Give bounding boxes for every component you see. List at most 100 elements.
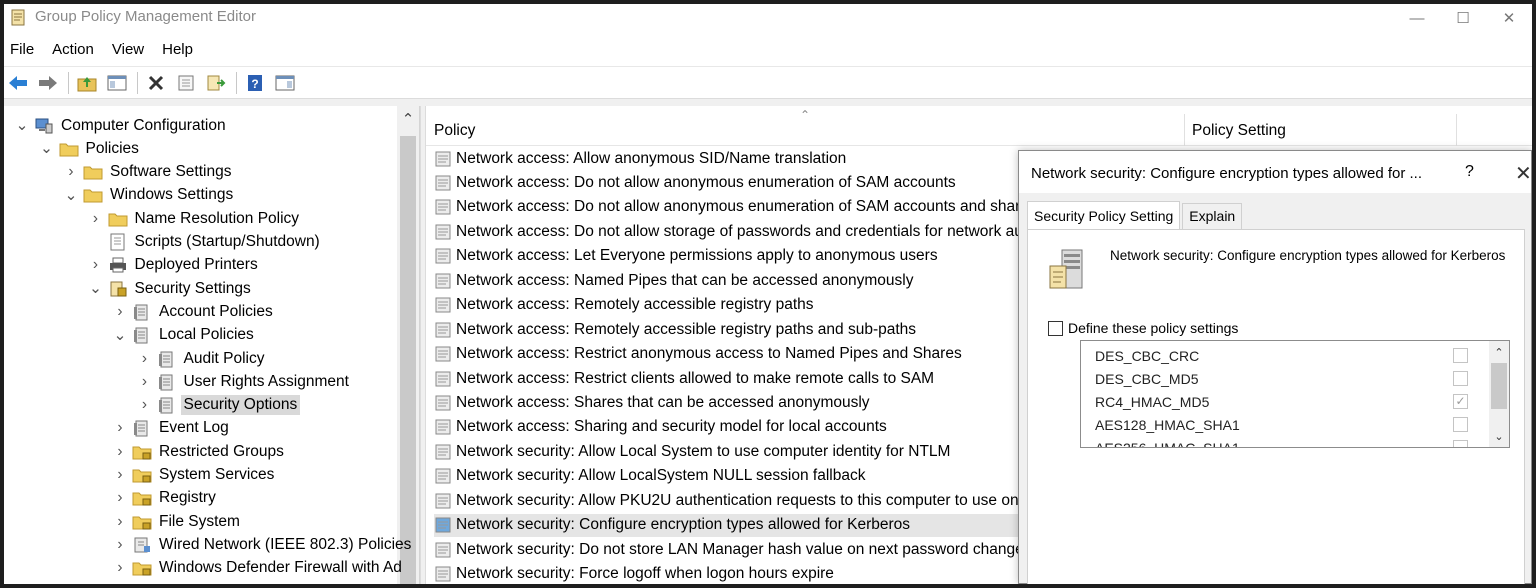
scroll-thumb[interactable]	[400, 136, 416, 584]
scroll-down-icon[interactable]: ⌄	[1489, 427, 1509, 445]
tree-item-label[interactable]: Deployed Printers	[132, 255, 261, 275]
encryption-type-row[interactable]: DES_CBC_CRC	[1095, 344, 1485, 367]
tree-item-label[interactable]: Registry	[156, 488, 219, 508]
tree-item-label[interactable]: Local Policies	[156, 325, 257, 345]
tree-item[interactable]: › Deployed Printers	[88, 254, 261, 277]
tree-item[interactable]: › Security Options	[137, 394, 301, 417]
tree-item-label[interactable]: Software Settings	[107, 162, 234, 182]
tree-item-label[interactable]: Windows Defender Firewall with Ad	[156, 558, 405, 578]
chevron-down-icon[interactable]: ⌄	[63, 187, 79, 204]
tree-item-label[interactable]: User Rights Assignment	[181, 372, 352, 392]
tree-item[interactable]: › File System	[112, 510, 243, 533]
export-list-button[interactable]	[204, 71, 228, 95]
back-button[interactable]	[6, 71, 30, 95]
chevron-down-icon[interactable]: ⌄	[14, 117, 30, 134]
scroll-up-icon[interactable]: ⌃	[1489, 343, 1509, 361]
tree-item-label[interactable]: Audit Policy	[181, 349, 268, 369]
menu-action[interactable]: Action	[46, 38, 102, 62]
tree-item[interactable]: ⌄ Security Settings	[88, 277, 254, 300]
show-action-pane-button[interactable]	[273, 71, 297, 95]
tree-item-label[interactable]: Scripts (Startup/Shutdown)	[132, 232, 323, 252]
delete-button[interactable]	[144, 71, 168, 95]
help-button[interactable]: ?	[243, 71, 267, 95]
tree-item-label[interactable]: Wired Network (IEEE 802.3) Policies	[156, 535, 414, 555]
forward-button[interactable]	[36, 71, 60, 95]
chevron-right-icon[interactable]: ›	[112, 513, 128, 530]
show-hide-tree-button[interactable]	[105, 71, 129, 95]
policy-row[interactable]: Network security: Configure encryption t…	[434, 513, 1020, 537]
tree-item[interactable]: › System Services	[112, 464, 277, 487]
encryption-type-row[interactable]: AES256_HMAC_SHA1	[1095, 436, 1485, 447]
tab-security-policy-setting[interactable]: Security Policy Setting	[1027, 201, 1181, 229]
chevron-right-icon[interactable]: ›	[112, 419, 128, 436]
chevron-right-icon[interactable]: ›	[88, 210, 104, 227]
chevron-right-icon[interactable]: ›	[112, 303, 128, 320]
tree-item[interactable]: › Windows Defender Firewall with Ad	[112, 557, 405, 580]
tree-item-label[interactable]: Security Settings	[132, 279, 254, 299]
tree-item[interactable]: › Registry	[112, 487, 219, 510]
chevron-down-icon[interactable]: ⌄	[39, 140, 55, 157]
chevron-right-icon[interactable]: ›	[112, 559, 128, 576]
tree-item[interactable]: ⌄ Windows Settings	[63, 184, 236, 207]
tree-item[interactable]: › Wired Network (IEEE 802.3) Policies	[112, 533, 414, 556]
chevron-right-icon[interactable]: ›	[137, 373, 153, 390]
tree-item-label[interactable]: System Services	[156, 465, 277, 485]
encryption-type-checkbox[interactable]	[1453, 440, 1468, 447]
encryption-type-checkbox[interactable]	[1453, 417, 1468, 432]
chevron-down-icon[interactable]: ⌄	[112, 327, 128, 344]
encryption-type-row[interactable]: RC4_HMAC_MD5 ✓	[1095, 390, 1485, 413]
close-button[interactable]: ✕	[1486, 4, 1532, 32]
tree-item[interactable]: › Event Log	[112, 417, 232, 440]
tree-scrollbar[interactable]: ⌃	[397, 106, 419, 584]
tree-item-label[interactable]: Account Policies	[156, 302, 276, 322]
column-header-policy-setting[interactable]: Policy Setting	[1192, 122, 1286, 140]
maximize-button[interactable]: ☐	[1440, 4, 1486, 32]
tree-item-label[interactable]: File System	[156, 512, 243, 532]
chevron-right-icon[interactable]: ›	[112, 489, 128, 506]
dialog-help-button[interactable]: ?	[1465, 163, 1474, 181]
tree-item-label[interactable]: Computer Configuration	[58, 116, 229, 136]
up-one-level-button[interactable]	[75, 71, 99, 95]
encryption-type-checkbox[interactable]	[1453, 371, 1468, 386]
tree-item[interactable]: › Software Settings	[63, 161, 234, 184]
menu-file[interactable]: File	[4, 38, 42, 62]
chevron-right-icon[interactable]: ›	[112, 443, 128, 460]
encryption-type-row[interactable]: AES128_HMAC_SHA1	[1095, 413, 1485, 436]
column-header-policy[interactable]: Policy	[434, 122, 475, 140]
chevron-right-icon[interactable]: ›	[137, 350, 153, 367]
scroll-thumb[interactable]	[1491, 363, 1507, 409]
tree-item[interactable]: ⌄ Policies	[39, 137, 142, 160]
define-policy-row[interactable]: Define these policy settings	[1048, 320, 1238, 336]
tree-item-label[interactable]: Restricted Groups	[156, 442, 287, 462]
menu-help[interactable]: Help	[156, 38, 201, 62]
column-divider[interactable]	[1456, 114, 1457, 146]
tree-item[interactable]: ⌄ Computer Configuration	[14, 114, 229, 137]
menu-view[interactable]: View	[106, 38, 152, 62]
tree-item[interactable]: › Restricted Groups	[112, 440, 287, 463]
chevron-right-icon[interactable]: ›	[137, 396, 153, 413]
tree-item-label[interactable]: Policies	[83, 139, 142, 159]
tab-explain[interactable]: Explain	[1182, 203, 1243, 229]
column-divider[interactable]	[1184, 114, 1185, 146]
tree-item[interactable]: › Audit Policy	[137, 347, 268, 370]
define-policy-checkbox[interactable]	[1048, 320, 1063, 336]
properties-button[interactable]	[174, 71, 198, 95]
tree-item-label[interactable]: Name Resolution Policy	[132, 209, 303, 229]
chevron-right-icon[interactable]: ›	[112, 536, 128, 553]
chevron-down-icon[interactable]: ⌄	[88, 280, 104, 297]
tree-item[interactable]: ⌄ Local Policies	[112, 324, 257, 347]
encryption-type-checkbox[interactable]: ✓	[1453, 394, 1468, 409]
tree-item-label[interactable]: Event Log	[156, 418, 232, 438]
tree-item[interactable]: › Name Resolution Policy	[88, 207, 303, 230]
chevron-right-icon[interactable]: ›	[63, 163, 79, 180]
encryption-list-scrollbar[interactable]: ⌃ ⌄	[1489, 341, 1509, 447]
tree-item[interactable]: › User Rights Assignment	[137, 370, 352, 393]
chevron-right-icon[interactable]: ›	[88, 256, 104, 273]
tree-item-label[interactable]: Security Options	[180, 395, 301, 416]
encryption-type-checkbox[interactable]	[1453, 348, 1468, 363]
define-policy-label[interactable]: Define these policy settings	[1068, 320, 1238, 336]
dialog-close-button[interactable]: ✕	[1515, 161, 1532, 186]
tree-item-label[interactable]: Windows Settings	[107, 185, 236, 205]
encryption-type-row[interactable]: DES_CBC_MD5	[1095, 367, 1485, 390]
minimize-button[interactable]: —	[1394, 4, 1440, 32]
